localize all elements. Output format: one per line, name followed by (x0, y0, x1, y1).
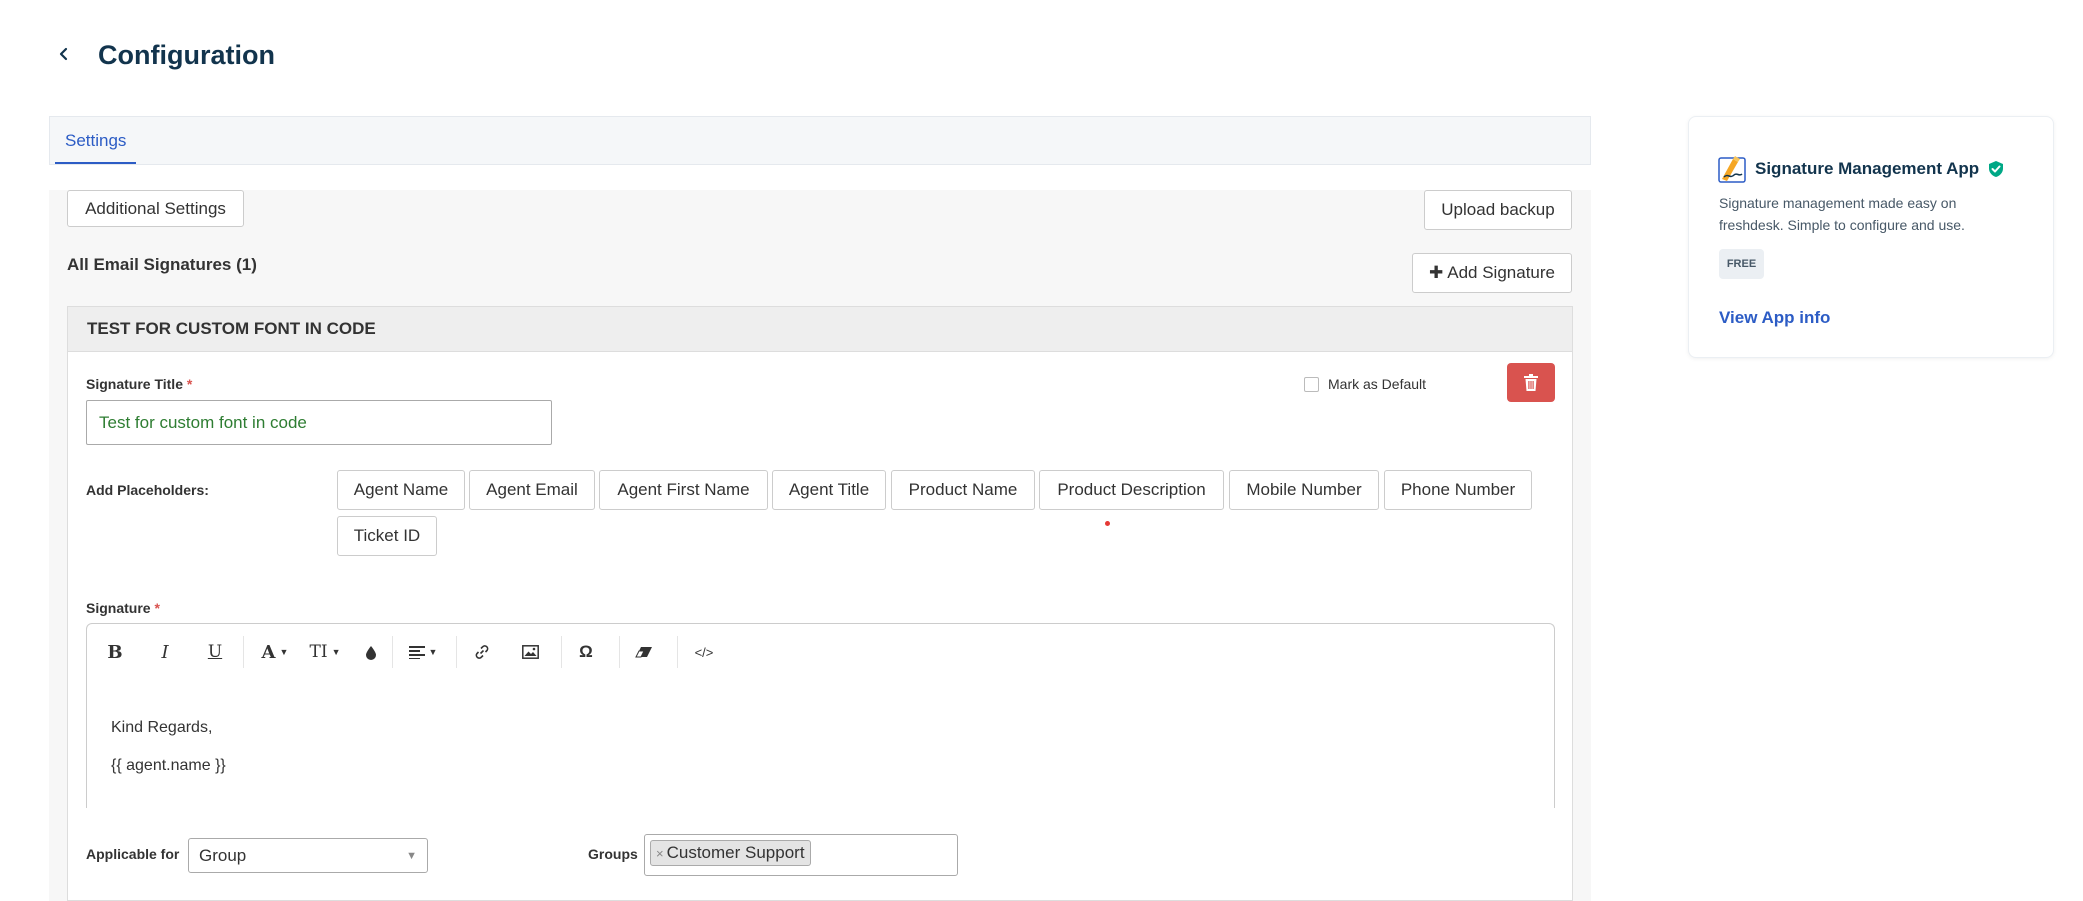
toolbar-divider (677, 636, 678, 668)
mark-as-default[interactable]: Mark as Default (1304, 376, 1426, 392)
code-view-icon[interactable]: </> (687, 636, 721, 668)
toolbar-divider (392, 636, 393, 668)
upload-backup-button[interactable]: Upload backup (1424, 190, 1572, 230)
toolbar-divider (456, 636, 457, 668)
groups-multiselect[interactable]: × Customer Support (644, 834, 958, 876)
tab-bar: Settings (49, 116, 1591, 165)
clear-format-icon[interactable] (629, 636, 659, 668)
link-icon[interactable] (467, 636, 497, 668)
signature-editor[interactable]: B I U A ▼ TI ▼ ▼ Ω </> Kind Regards, {{… (86, 623, 1555, 808)
placeholder-mobile-number[interactable]: Mobile Number (1229, 470, 1379, 510)
toolbar-divider (561, 636, 562, 668)
editor-line: Kind Regards, (111, 719, 213, 736)
app-logo-icon (1718, 156, 1746, 183)
bold-icon[interactable]: B (101, 636, 129, 668)
editor-toolbar: B I U A ▼ TI ▼ ▼ Ω </> (87, 624, 1554, 682)
add-signature-label: Add Signature (1447, 263, 1555, 282)
required-mark: * (186, 376, 193, 392)
plus-icon: ✚ (1429, 263, 1444, 282)
signature-card-header[interactable]: TEST FOR CUSTOM FONT IN CODE (68, 307, 1572, 352)
verified-shield-icon (1989, 161, 2003, 177)
font-size-icon[interactable]: TI ▼ (305, 636, 345, 668)
align-icon[interactable]: ▼ (403, 636, 443, 668)
app-info-card: Signature Management App Signature manag… (1688, 116, 2054, 358)
special-char-icon[interactable]: Ω (571, 636, 601, 668)
required-mark: * (154, 600, 160, 616)
mark-default-label: Mark as Default (1328, 376, 1427, 392)
delete-signature-button[interactable] (1507, 363, 1555, 402)
placeholder-agent-title[interactable]: Agent Title (772, 470, 886, 510)
font-color-icon[interactable]: A ▼ (255, 636, 295, 668)
caret-down-icon: ▼ (406, 849, 417, 862)
price-badge: FREE (1719, 249, 1764, 279)
additional-settings-button[interactable]: Additional Settings (67, 190, 244, 227)
italic-icon[interactable]: I (151, 636, 179, 668)
app-name: Signature Management App (1755, 159, 1980, 178)
chevron-left-icon[interactable] (54, 44, 74, 64)
applicable-for-label: Applicable for (86, 846, 180, 862)
app-description: Signature management made easy on freshd… (1719, 195, 1965, 233)
signatures-heading: All Email Signatures (1) (67, 255, 257, 274)
page-title: Configuration (98, 40, 275, 70)
placeholder-phone-number[interactable]: Phone Number (1384, 470, 1532, 510)
view-app-info-link[interactable]: View App info (1719, 308, 1830, 328)
trash-icon (1524, 374, 1538, 391)
page-header: Configuration (0, 0, 1640, 115)
applicable-for-select[interactable]: Group ▼ (188, 838, 428, 873)
placeholder-agent-first-name[interactable]: Agent First Name (599, 470, 768, 510)
signature-label: Signature * (86, 600, 160, 616)
placeholder-product-name[interactable]: Product Name (891, 470, 1035, 510)
toolbar-divider (243, 636, 244, 668)
image-icon[interactable] (515, 636, 545, 668)
group-tag-label: Customer Support (666, 843, 805, 862)
editor-content[interactable]: Kind Regards, {{ agent.name }} (111, 709, 226, 785)
placeholder-agent-name[interactable]: Agent Name (337, 470, 465, 510)
placeholder-ticket-id[interactable]: Ticket ID (337, 516, 437, 556)
cursor-dot (1105, 521, 1110, 526)
group-tag: × Customer Support (650, 840, 811, 866)
signature-title-label: Signature Title * (86, 376, 193, 392)
editor-line: {{ agent.name }} (111, 757, 226, 774)
mark-default-checkbox[interactable] (1304, 376, 1319, 392)
tab-settings[interactable]: Settings (55, 117, 137, 164)
placeholders-label: Add Placeholders: (86, 482, 209, 498)
signature-card: TEST FOR CUSTOM FONT IN CODE (67, 306, 1573, 901)
signature-title-input[interactable] (86, 400, 552, 445)
remove-tag-icon[interactable]: × (656, 846, 664, 861)
underline-icon[interactable]: U (201, 636, 229, 668)
placeholder-agent-email[interactable]: Agent Email (469, 470, 595, 510)
fill-color-icon[interactable] (359, 636, 383, 668)
groups-label: Groups (588, 846, 638, 862)
applicable-for-value: Group (199, 845, 247, 865)
placeholder-product-description[interactable]: Product Description (1039, 470, 1224, 510)
toolbar-divider (619, 636, 620, 668)
add-signature-button[interactable]: ✚ Add Signature (1412, 253, 1572, 293)
